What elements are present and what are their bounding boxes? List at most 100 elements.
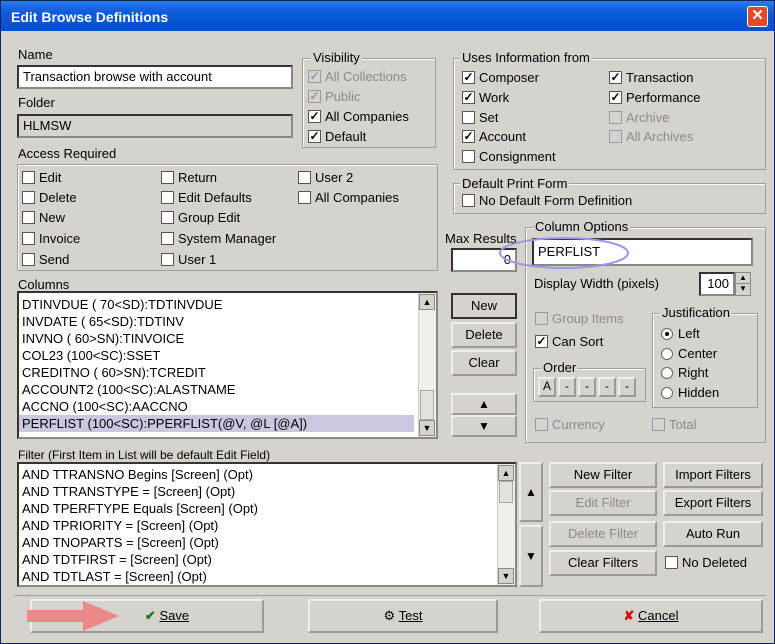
use-account-checkbox[interactable]: ✓ Account	[462, 129, 526, 144]
access-delete-checkbox[interactable]: Delete	[22, 190, 77, 205]
filter-move-up-button[interactable]: ▲	[519, 462, 543, 522]
auto-run-button[interactable]: Auto Run	[663, 521, 763, 547]
cancel-button[interactable]: ✘ Cancel	[539, 599, 763, 633]
use-work-checkbox[interactable]: ✓ Work	[462, 90, 509, 105]
spin-down-icon[interactable]: ▼	[736, 284, 750, 295]
access-all-companies-checkbox[interactable]: All Companies	[298, 190, 399, 205]
order-button-3[interactable]: -	[598, 377, 616, 397]
move-up-button[interactable]: ▲	[451, 393, 517, 415]
access-invoice-checkbox[interactable]: Invoice	[22, 231, 80, 246]
access-system-manager-checkbox[interactable]: System Manager	[161, 231, 276, 246]
clear-filters-button[interactable]: Clear Filters	[549, 550, 657, 576]
list-item[interactable]: AND TPERFTYPE Equals [Screen] (Opt)	[19, 500, 493, 517]
test-button[interactable]: ⚙ Test	[308, 599, 498, 633]
scroll-down-icon[interactable]: ▼	[498, 568, 514, 584]
test-icon: ⚙	[383, 608, 396, 623]
list-item[interactable]: COL23 (100<SC):SSET	[19, 347, 414, 364]
list-item[interactable]: AND TTRANSTYPE = [Screen] (Opt)	[19, 483, 493, 500]
order-button-2[interactable]: -	[578, 377, 596, 397]
list-item[interactable]: ACCNO (100<SC):AACCNO	[19, 398, 414, 415]
use-consignment-checkbox[interactable]: Consignment	[462, 149, 556, 164]
justify-center-radio[interactable]: Center	[661, 346, 717, 361]
access-edit-defaults-checkbox[interactable]: Edit Defaults	[161, 190, 252, 205]
folder-label: Folder	[18, 95, 55, 110]
order-button-a[interactable]: A	[538, 377, 556, 397]
display-width-label: Display Width (pixels)	[534, 276, 659, 291]
use-composer-checkbox[interactable]: ✓ Composer	[462, 70, 539, 85]
scroll-up-icon[interactable]: ▲	[498, 465, 514, 481]
uses-info-label: Uses Information from	[460, 50, 592, 65]
import-filters-button[interactable]: Import Filters	[663, 462, 763, 488]
delete-filter-button: Delete Filter	[549, 521, 657, 547]
list-item[interactable]: AND TNOPARTS = [Screen] (Opt)	[19, 534, 493, 551]
list-item[interactable]: AND TTRANSNO Begins [Screen] (Opt)	[19, 466, 493, 483]
name-input[interactable]: Transaction browse with account	[17, 65, 293, 89]
access-new-checkbox[interactable]: New	[22, 210, 65, 225]
list-item-selected[interactable]: PERFLIST (100<SC):PPERFLIST(@V, @L [@A])	[19, 415, 414, 432]
order-label: Order	[541, 360, 579, 375]
columns-label: Columns	[18, 277, 70, 292]
title-bar[interactable]: Edit Browse Definitions ✕	[1, 1, 774, 31]
list-item[interactable]: AND TDTFIRST = [Screen] (Opt)	[19, 551, 493, 568]
check-icon: ✓	[308, 109, 321, 123]
scroll-down-icon[interactable]: ▼	[419, 420, 435, 436]
filter-move-down-button[interactable]: ▼	[519, 525, 543, 587]
justify-hidden-radio[interactable]: Hidden	[661, 385, 719, 400]
display-width-spinner[interactable]: ▲ ▼	[735, 272, 751, 296]
vis-all-collections-checkbox: ✓ All Collections	[308, 69, 407, 84]
no-deleted-checkbox[interactable]: No Deleted	[665, 555, 747, 570]
list-item[interactable]: ACCOUNT2 (100<SC):ALASTNAME	[19, 381, 414, 398]
list-item[interactable]: INVDATE ( 65<SD):TDTINV	[19, 313, 414, 330]
access-edit-checkbox[interactable]: Edit	[22, 170, 61, 185]
access-return-checkbox[interactable]: Return	[161, 170, 217, 185]
list-item[interactable]: AND TDTLAST = [Screen] (Opt)	[19, 568, 493, 585]
highlight-ellipse	[499, 237, 629, 269]
justify-left-radio[interactable]: Left	[661, 326, 700, 341]
use-archive-checkbox: Archive	[609, 110, 669, 125]
export-filters-button[interactable]: Export Filters	[663, 490, 763, 516]
new-filter-button[interactable]: New Filter	[549, 462, 657, 488]
access-group-edit-checkbox[interactable]: Group Edit	[161, 210, 240, 225]
vis-all-companies-checkbox[interactable]: ✓ All Companies	[308, 109, 409, 124]
list-item[interactable]: AND TPRIORITY = [Screen] (Opt)	[19, 517, 493, 534]
folder-input: HLMSW	[17, 114, 293, 138]
arrow-down-icon: ▼	[525, 549, 537, 563]
arrow-up-icon: ▲	[478, 397, 490, 411]
list-item[interactable]: DTINVDUE ( 70<SD):TDTINVDUE	[19, 296, 414, 313]
use-performance-checkbox[interactable]: ✓ Performance	[609, 90, 700, 105]
justify-right-radio[interactable]: Right	[661, 365, 708, 380]
column-delete-button[interactable]: Delete	[451, 322, 517, 348]
access-user2-checkbox[interactable]: User 2	[298, 170, 353, 185]
column-new-button[interactable]: New	[451, 293, 517, 319]
spin-up-icon[interactable]: ▲	[736, 273, 750, 284]
no-default-form-checkbox[interactable]: No Default Form Definition	[462, 193, 632, 208]
close-icon: ✕	[751, 7, 764, 24]
list-item[interactable]: INVNO ( 60>SN):TINVOICE	[19, 330, 414, 347]
justification-label: Justification	[660, 305, 732, 320]
filter-scrollbar[interactable]: ▲ ▼	[497, 464, 515, 585]
use-transaction-checkbox[interactable]: ✓ Transaction	[609, 70, 693, 85]
scroll-thumb[interactable]	[499, 481, 513, 503]
filter-list[interactable]: AND TTRANSNO Begins [Screen] (Opt) AND T…	[17, 462, 517, 587]
vis-default-checkbox[interactable]: ✓ Default	[308, 129, 366, 144]
scroll-up-icon[interactable]: ▲	[419, 294, 435, 310]
arrow-down-icon: ▼	[478, 419, 490, 433]
list-item[interactable]: CREDITNO ( 60>SN):TCREDIT	[19, 364, 414, 381]
check-icon: ✓	[308, 89, 321, 103]
order-button-1[interactable]: -	[558, 377, 576, 397]
close-button[interactable]: ✕	[747, 6, 768, 27]
can-sort-checkbox[interactable]: ✓ Can Sort	[535, 334, 603, 349]
access-user1-checkbox[interactable]: User 1	[161, 252, 216, 267]
columns-list[interactable]: DTINVDUE ( 70<SD):TDTINVDUE INVDATE ( 65…	[17, 291, 438, 439]
columns-scrollbar[interactable]: ▲ ▼	[418, 293, 436, 437]
column-clear-button[interactable]: Clear	[451, 350, 517, 376]
scroll-thumb[interactable]	[420, 390, 434, 420]
visibility-label: Visibility	[311, 50, 362, 65]
display-width-input[interactable]: 100	[699, 272, 735, 296]
access-send-checkbox[interactable]: Send	[22, 252, 69, 267]
use-all-archives-checkbox: All Archives	[609, 129, 693, 144]
move-down-button[interactable]: ▼	[451, 415, 517, 437]
dialog-title: Edit Browse Definitions	[11, 9, 169, 25]
use-set-checkbox[interactable]: Set	[462, 110, 499, 125]
order-button-4[interactable]: -	[618, 377, 636, 397]
